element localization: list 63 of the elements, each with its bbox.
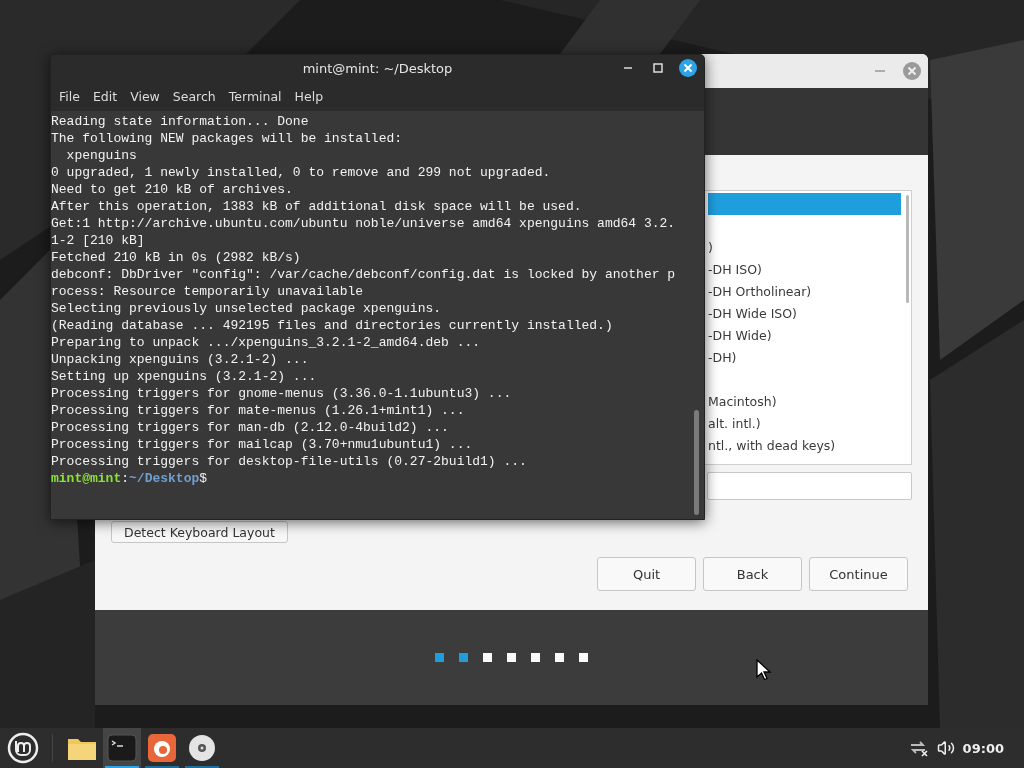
browser-icon <box>148 734 176 762</box>
menu-item[interactable]: Edit <box>86 89 124 104</box>
output-line: Fetched 210 kB in 0s (2982 kB/s) <box>51 250 301 265</box>
list-item[interactable]: -DH Wide) <box>708 325 901 347</box>
output-line: 1-2 [210 kB] <box>51 233 145 248</box>
output-line: Processing triggers for mate-menus (1.26.1+mint1) ... <box>51 403 465 418</box>
output-line: rocess: Resource temporarily unavailable <box>51 284 364 299</box>
dialog-button[interactable]: Continue <box>809 557 908 591</box>
list-item[interactable]: -DH Wide ISO) <box>708 303 901 325</box>
output-line: The following NEW packages will be installed: <box>51 131 403 146</box>
output-line: Unpacking xpenguins (3.2.1-2) ... <box>51 352 309 367</box>
menu-item[interactable]: Help <box>288 89 330 104</box>
terminal-icon <box>107 734 137 762</box>
output-line: 0 upgraded, 1 newly installed, 0 to remove and 299 not upgraded. <box>51 165 551 180</box>
output-line: Get:1 http://archive.ubuntu.com/ubuntu noble/universe amd64 xpenguins amd64 3.2. <box>51 216 676 231</box>
output-line: Need to get 210 kB of archives. <box>51 182 293 197</box>
mouse-pointer-icon <box>756 659 774 681</box>
list-item[interactable]: -DH) <box>708 347 901 369</box>
output-line: Processing triggers for mailcap (3.70+nmu1ubuntu1) ... <box>51 437 473 452</box>
mint-logo-icon <box>7 732 39 764</box>
scrollbar-thumb[interactable] <box>906 195 909 303</box>
menu-item[interactable]: File <box>53 89 86 104</box>
dialog-button[interactable]: Quit <box>597 557 696 591</box>
output-line: Setting up xpenguins (3.2.1-2) ... <box>51 369 317 384</box>
detect-button[interactable]: Detect Keyboard Layout <box>111 521 288 543</box>
output-line: Processing triggers for desktop-file-utils (0.27-2build1) ... <box>51 454 527 469</box>
clock[interactable]: 09:00 <box>962 740 1004 756</box>
minimize-icon <box>624 67 632 69</box>
menu-item[interactable]: View <box>124 89 166 104</box>
prompt-separator: : <box>121 471 130 486</box>
list-item[interactable]: -DH Ortholinear) <box>708 281 901 303</box>
minimize-icon <box>875 70 885 72</box>
scrollbar-thumb[interactable] <box>694 410 699 515</box>
prompt-user: mint@mint <box>51 471 122 486</box>
volume-icon[interactable] <box>936 739 955 757</box>
output-line: Reading state information... Done <box>51 114 309 129</box>
maximize-icon <box>652 62 664 74</box>
list-item[interactable]: ) <box>708 237 901 259</box>
output-line: After this operation, 1383 kB of additional disk space will be used. <box>51 199 582 214</box>
output-line: (Reading database ... 492195 files and directories currently installed.) <box>51 318 613 333</box>
close-button[interactable] <box>678 58 698 78</box>
menu-item[interactable]: Search <box>166 89 222 104</box>
menu-item[interactable]: Terminal <box>222 89 288 104</box>
disc-icon <box>188 734 216 762</box>
output-line: debconf: DbDriver "config": /var/cache/debconf/config.dat is locked by another p <box>51 267 676 282</box>
prompt-symbol: $ <box>199 471 208 486</box>
output-line: Preparing to unpack .../xpenguins_3.2.1-2_amd64.deb ... <box>51 335 481 350</box>
close-icon <box>678 58 698 78</box>
taskbar-app-button[interactable] <box>103 728 141 768</box>
network-offline-icon <box>908 739 929 757</box>
output-line: Processing triggers for gnome-menus (3.36.0-1.1ubuntu3) ... <box>51 386 512 401</box>
dialog-button[interactable]: Back <box>703 557 802 591</box>
window-title: mint@mint: ~/Desktop <box>302 61 453 76</box>
list-item[interactable]: alt. intl.) <box>708 413 901 435</box>
input-field[interactable] <box>707 472 912 500</box>
close-icon <box>902 61 922 81</box>
list-item[interactable]: ntl., with dead keys) <box>708 435 901 457</box>
prompt-path: ~/Desktop <box>129 471 200 486</box>
list-item[interactable]: -DH ISO) <box>708 259 901 281</box>
list-item[interactable]: Macintosh) <box>708 391 901 413</box>
output-line: Processing triggers for man-db (2.12.0-4build2) ... <box>51 420 449 435</box>
output-line: Selecting previously unselected package xpenguins. <box>51 301 442 316</box>
output-line: xpenguins <box>65 148 137 163</box>
